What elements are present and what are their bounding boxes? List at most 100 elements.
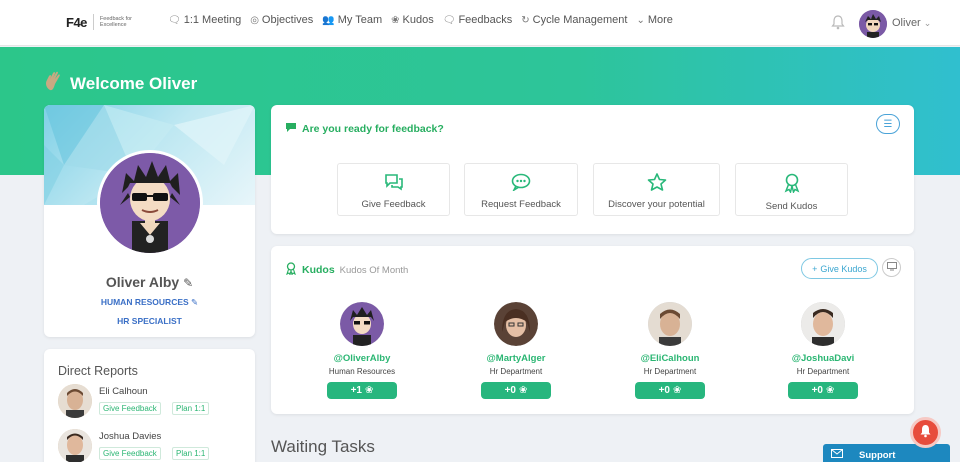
- nav-label: Kudos: [402, 14, 434, 26]
- give-feedback-button[interactable]: Give Feedback: [99, 447, 161, 460]
- report-name: Joshua Davies: [99, 431, 162, 442]
- wave-hand-icon: [44, 70, 64, 97]
- action-label: Discover your potential: [608, 199, 705, 210]
- award-icon: ❀: [826, 385, 835, 396]
- kudos-handle: @OliverAlby: [333, 353, 391, 364]
- kudos-count: +1: [350, 385, 362, 396]
- avatar: [648, 302, 692, 346]
- nav-label: Feedbacks: [458, 14, 513, 26]
- bell-icon[interactable]: [831, 15, 845, 33]
- kudos-department: Hr Department: [489, 367, 543, 376]
- action-label: Give Feedback: [361, 199, 426, 210]
- kudos-handle: @JoshuaDavi: [791, 353, 855, 364]
- award-icon: ❀: [673, 385, 682, 396]
- mail-icon: [831, 449, 843, 461]
- nav-item-my-team[interactable]: 👥 My Team: [322, 14, 382, 26]
- cycle-icon: ↻: [521, 14, 530, 26]
- avatar[interactable]: [58, 429, 92, 462]
- action-label: Request Feedback: [481, 199, 561, 210]
- top-navbar: F4e Feedback for Excellence 🗨 1:1 Meetin…: [0, 0, 960, 46]
- plan-meeting-button[interactable]: Plan 1:1: [172, 447, 210, 460]
- logo-divider: [92, 14, 94, 30]
- comment-icon: 🗨: [442, 14, 456, 26]
- nav-item-feedbacks[interactable]: 🗨 Feedbacks: [443, 14, 513, 26]
- plan-meeting-button[interactable]: Plan 1:1: [172, 402, 210, 415]
- award-icon: ❀: [365, 385, 374, 396]
- profile-avatar[interactable]: [97, 150, 203, 256]
- award-icon: [736, 173, 847, 197]
- chevron-down-icon: ⌄: [636, 14, 645, 26]
- award-icon: [285, 262, 297, 278]
- welcome-heading: Welcome Oliver: [44, 70, 197, 97]
- nav-item-objectives[interactable]: ◎ Objectives: [250, 14, 313, 26]
- chevron-down-icon: ⌄: [923, 18, 932, 28]
- kudos-person[interactable]: @MartyAlger Hr Department +0 ❀: [461, 302, 571, 399]
- notification-bell-button[interactable]: [910, 417, 941, 448]
- give-feedback-button[interactable]: Give Feedback: [99, 402, 161, 415]
- kudos-card-title: Kudos Kudos Of Month: [285, 262, 408, 278]
- user-name: Oliver: [892, 17, 921, 29]
- kudos-card-title-text: Kudos: [302, 264, 335, 276]
- nav-label: Objectives: [261, 14, 314, 26]
- send-kudos-action[interactable]: Send Kudos: [735, 163, 848, 216]
- main-nav: 🗨 1:1 Meeting ◎ Objectives 👥 My Team ❀ K…: [168, 14, 673, 26]
- monitor-icon: [886, 262, 897, 273]
- give-feedback-action[interactable]: Give Feedback: [337, 163, 450, 216]
- monitor-view-button[interactable]: [882, 258, 901, 277]
- team-icon: 👥: [322, 14, 335, 26]
- feedback-card-title-text: Are you ready for feedback?: [302, 123, 444, 135]
- chat-bubbles-icon: [338, 173, 449, 195]
- logo-tagline: Feedback for Excellence: [99, 16, 133, 28]
- avatar: [494, 302, 538, 346]
- avatar: [801, 302, 845, 346]
- kudos-handle: @EliCalhoun: [640, 353, 700, 364]
- profile-department-text: HUMAN RESOURCES: [100, 297, 189, 307]
- app-logo[interactable]: F4e Feedback for Excellence: [66, 14, 140, 30]
- kudos-person[interactable]: @JoshuaDavi Hr Department +0 ❀: [768, 302, 878, 399]
- give-kudos-button[interactable]: + Give Kudos: [801, 258, 878, 279]
- support-label: Support: [859, 449, 896, 461]
- edit-pencil-icon[interactable]: ✎: [183, 276, 193, 290]
- report-name: Eli Calhoun: [99, 386, 148, 397]
- profile-department: HUMAN RESOURCES ✎: [44, 297, 255, 308]
- bell-icon: [919, 424, 932, 441]
- waiting-tasks-heading: Waiting Tasks: [271, 437, 375, 456]
- kudos-person[interactable]: @OliverAlby Human Resources +1 ❀: [307, 302, 417, 399]
- kudos-department: Human Resources: [328, 367, 396, 376]
- list-view-button[interactable]: ☰: [876, 114, 900, 134]
- kudos-count: +0: [658, 385, 670, 396]
- nav-item-kudos[interactable]: ❀ Kudos: [391, 14, 434, 26]
- kudos-person[interactable]: @EliCalhoun Hr Department +0 ❀: [615, 302, 725, 399]
- chat-icon: 🗨: [168, 14, 181, 26]
- star-icon: [594, 173, 719, 195]
- profile-card: Oliver Alby ✎ HUMAN RESOURCES ✎ HR SPECI…: [44, 105, 255, 337]
- user-menu[interactable]: Oliver ⌄: [892, 17, 931, 29]
- nav-item-cycle-management[interactable]: ↻ Cycle Management: [521, 14, 627, 26]
- nav-item-more[interactable]: ⌄ More: [636, 14, 672, 26]
- direct-reports-title: Direct Reports: [58, 364, 138, 378]
- list-icon: ☰: [883, 118, 893, 130]
- request-feedback-action[interactable]: Request Feedback: [464, 163, 578, 216]
- kudos-handle: @MartyAlger: [486, 353, 546, 364]
- discover-potential-action[interactable]: Discover your potential: [593, 163, 720, 216]
- award-icon: ❀: [519, 385, 528, 396]
- kudos-count-badge: +0 ❀: [788, 382, 858, 399]
- nav-item-meeting[interactable]: 🗨 1:1 Meeting: [168, 14, 241, 26]
- feedback-card-title: Are you ready for feedback?: [285, 122, 444, 136]
- kudos-card-subtitle: Kudos Of Month: [339, 264, 409, 276]
- give-kudos-label: Give Kudos: [820, 263, 867, 274]
- kudos-department: Hr Department: [796, 367, 850, 376]
- target-icon: ◎: [250, 14, 259, 26]
- kudos-count-badge: +0 ❀: [481, 382, 551, 399]
- avatar[interactable]: [58, 384, 92, 418]
- nav-label: My Team: [337, 14, 383, 26]
- logo-mark: F4e: [66, 14, 87, 30]
- comment-dots-icon: [465, 173, 577, 195]
- direct-report-item: Eli Calhoun Give Feedback Plan 1:1: [58, 384, 248, 422]
- comment-icon: [285, 122, 297, 136]
- user-avatar[interactable]: [859, 10, 887, 38]
- kudos-department: Hr Department: [643, 367, 697, 376]
- award-icon: ❀: [391, 14, 400, 26]
- edit-pencil-icon[interactable]: ✎: [191, 297, 198, 307]
- direct-reports-card: Direct Reports Eli Calhoun Give Feedback…: [44, 349, 255, 462]
